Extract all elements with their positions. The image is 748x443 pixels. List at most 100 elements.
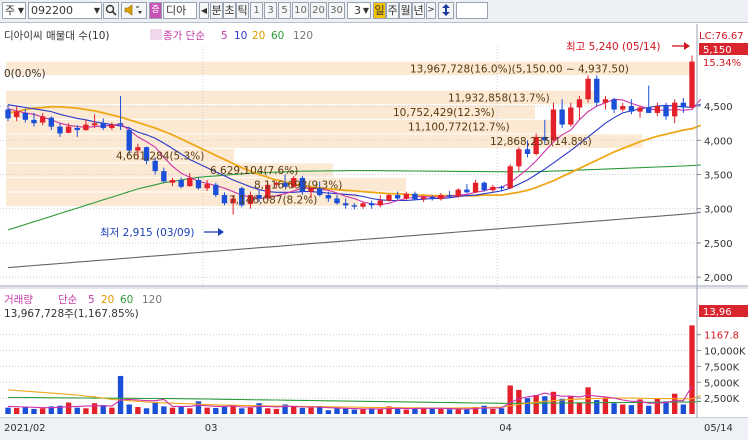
market-select[interactable]: 주 ▼ xyxy=(2,2,26,19)
x-axis-bar xyxy=(0,418,748,440)
volume-tick-label: 2,500K xyxy=(704,394,740,405)
volume-ma-60[interactable]: 60 xyxy=(120,294,133,306)
view-day[interactable]: 일 xyxy=(373,2,386,19)
stock-code-input[interactable]: 092200 ▼ xyxy=(28,2,102,19)
volume-bar xyxy=(135,407,141,414)
price-ma-60[interactable]: 60 xyxy=(271,30,284,42)
profile-label: 11,932,858(13.7%) xyxy=(448,92,550,104)
chart-area[interactable]: 13,967,728(16.0%)(5,150.00 ~ 4,937.50) 11… xyxy=(0,22,748,440)
profile-label: 7,146,087(8.2%) xyxy=(229,194,317,206)
candle-body xyxy=(48,117,54,127)
volume-bar xyxy=(533,394,539,414)
price-tick-label: 3,500 xyxy=(704,171,733,182)
view-week[interactable]: 주 xyxy=(386,2,399,19)
candle-body xyxy=(74,128,80,131)
extra-input[interactable] xyxy=(456,2,488,19)
updown-arrow-icon[interactable] xyxy=(438,2,454,19)
candle-body xyxy=(187,177,193,187)
candle-body xyxy=(213,184,219,196)
chevron-down-icon: ▼ xyxy=(17,6,24,15)
period-1[interactable]: 1 xyxy=(250,2,263,19)
candle-body xyxy=(654,106,661,113)
period-tick[interactable]: 틱 xyxy=(236,2,249,19)
volume-ma-20[interactable]: 20 xyxy=(101,294,114,306)
price-ma-10[interactable]: 10 xyxy=(234,30,247,42)
prev-arrow-icon[interactable]: ◀ xyxy=(199,2,209,19)
candle-body xyxy=(334,198,340,204)
volume-bar xyxy=(100,405,106,414)
volume-bar xyxy=(74,407,80,414)
period-10[interactable]: 10 xyxy=(292,2,309,19)
price-legend-title: 디아이씨 매물대 수(10) xyxy=(4,30,110,42)
candle-body xyxy=(446,195,453,197)
period-1-label: 1 xyxy=(253,5,260,16)
volume-bar xyxy=(620,404,626,414)
candle-body xyxy=(377,200,383,206)
period-10-label: 10 xyxy=(294,5,307,16)
price-ma-120[interactable]: 120 xyxy=(293,30,313,42)
volume-bar xyxy=(429,408,435,414)
market-label: 주 xyxy=(5,4,16,17)
period-20-label: 20 xyxy=(312,5,325,16)
candle-body xyxy=(524,149,531,154)
x-tick-label-last: 05/14 xyxy=(704,423,733,434)
volume-ma-120[interactable]: 120 xyxy=(142,294,162,306)
interval-select[interactable]: 3 ▼ xyxy=(347,2,371,19)
current-pct-value: 15.34% xyxy=(703,58,741,69)
volume-legend-title: 거래량 xyxy=(4,294,33,306)
profile-label: 10,752,429(12.3%) xyxy=(393,107,495,119)
speaker-icon[interactable] xyxy=(121,2,147,19)
price-ma-20[interactable]: 20 xyxy=(252,30,265,42)
volume-bar xyxy=(671,393,678,414)
candle-body xyxy=(13,111,20,118)
volume-bar xyxy=(446,409,453,414)
stock-code-value: 092200 xyxy=(31,4,73,17)
period-5[interactable]: 5 xyxy=(278,2,291,19)
volume-bar xyxy=(516,389,522,414)
search-icon[interactable] xyxy=(103,2,119,19)
volume-ma-5[interactable]: 5 xyxy=(88,294,95,306)
candle-body xyxy=(368,203,375,206)
credit-badge-icon: 증 xyxy=(149,2,162,19)
period-3[interactable]: 3 xyxy=(264,2,277,19)
candle-body xyxy=(360,203,366,207)
candle-body xyxy=(65,126,72,133)
next-arrow-icon[interactable]: > xyxy=(426,2,436,19)
view-month[interactable]: 월 xyxy=(399,2,412,19)
stock-chart[interactable]: 13,967,728(16.0%)(5,150.00 ~ 4,937.50) 11… xyxy=(0,22,748,440)
volume-bar xyxy=(394,408,401,414)
period-min[interactable]: 분 xyxy=(210,2,223,19)
candle-body xyxy=(568,107,574,125)
candle-body xyxy=(637,107,643,112)
profile-top-row: 0(0.0%) xyxy=(4,68,46,80)
candle-body xyxy=(39,116,46,123)
candle-body xyxy=(611,99,617,110)
candle-body xyxy=(386,195,392,201)
period-20[interactable]: 20 xyxy=(310,2,327,19)
volume-bar xyxy=(334,408,340,414)
candle-body xyxy=(663,106,669,117)
volume-tick-label: 7,500K xyxy=(704,362,740,373)
volume-bar xyxy=(117,375,124,414)
x-tick-label: 2021/02 xyxy=(4,423,46,434)
volume-bar xyxy=(628,405,635,414)
lc-label: LC:76.67 xyxy=(699,31,744,42)
settings-icon[interactable] xyxy=(150,29,162,40)
volume-bar xyxy=(507,385,513,414)
candle-body xyxy=(594,78,600,103)
price-ma-5[interactable]: 5 xyxy=(221,30,228,42)
volume-bar xyxy=(360,408,366,414)
candle-body xyxy=(481,182,487,191)
period-30[interactable]: 30 xyxy=(328,2,345,19)
view-year[interactable]: 년 xyxy=(412,2,425,19)
volume-bar xyxy=(13,407,20,414)
volume-bar xyxy=(585,387,591,414)
candle-body xyxy=(351,205,358,207)
volume-bar xyxy=(351,409,358,414)
volume-bar xyxy=(490,408,496,414)
volume-bar xyxy=(178,407,184,414)
volume-tick-label: 10,000K xyxy=(704,347,746,358)
volume-bar xyxy=(646,405,652,414)
period-sec[interactable]: 초 xyxy=(223,2,236,19)
volume-bar xyxy=(213,407,219,414)
